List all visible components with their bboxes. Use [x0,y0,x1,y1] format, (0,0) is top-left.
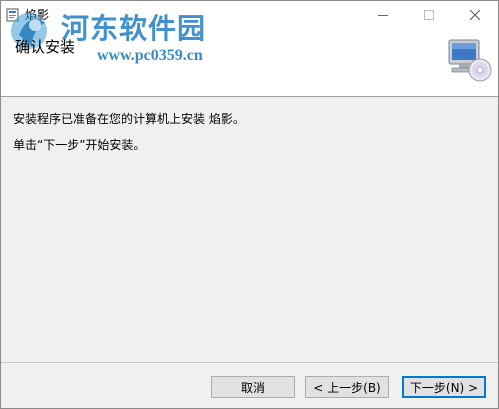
maximize-icon [424,10,434,20]
installer-window: 焰影 河东软件园 [0,0,499,409]
maximize-button[interactable] [406,1,452,29]
next-button[interactable]: 下一步(N) > [402,376,486,398]
content-area: 安装程序已准备在您的计算机上安装 焰影。 单击“下一步”开始安装。 [1,97,498,362]
page-heading: 确认安装 [15,38,76,56]
back-button[interactable]: < 上一步(B) [305,376,389,398]
watermark-site-name: 河东软件园 [61,12,207,45]
close-icon [470,10,480,20]
instruction-message: 单击“下一步”开始安装。 [13,138,146,152]
minimize-button[interactable] [360,1,406,29]
watermark-url: www.pc0359.cn [97,47,203,64]
computer-cd-icon [444,36,492,84]
cancel-button[interactable]: 取消 [211,376,295,398]
footer-divider [1,362,498,363]
close-button[interactable] [452,1,498,29]
header-banner: 焰影 河东软件园 [1,1,498,97]
ready-message: 安装程序已准备在您的计算机上安装 焰影。 [13,112,245,126]
minimize-icon [378,10,388,20]
